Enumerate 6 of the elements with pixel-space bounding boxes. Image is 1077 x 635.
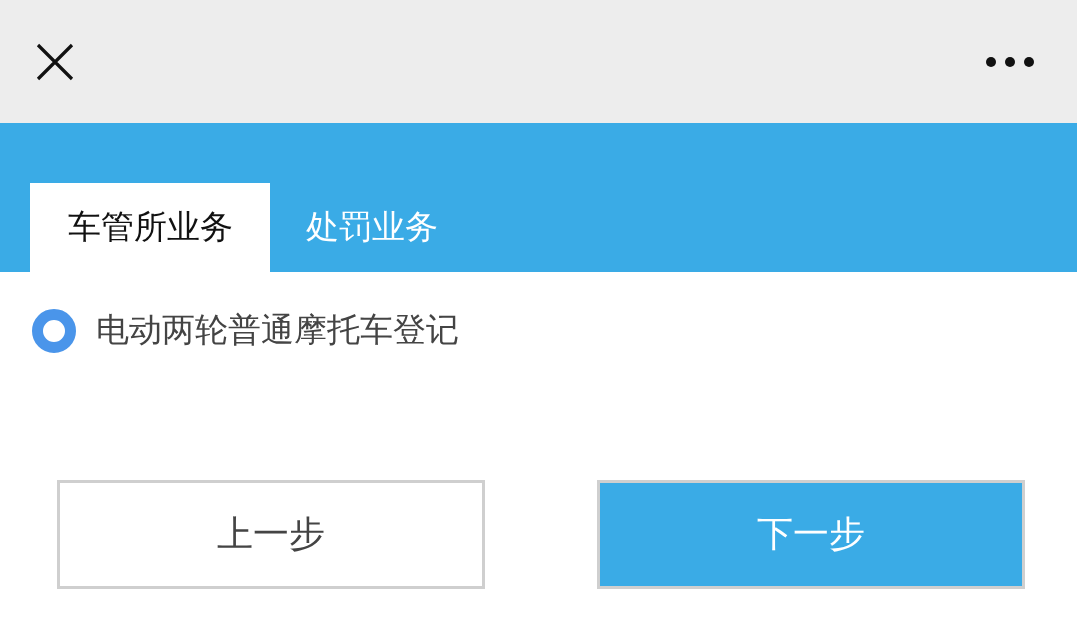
option-label: 电动两轮普通摩托车登记 (96, 309, 459, 351)
close-icon[interactable] (36, 42, 74, 81)
more-icon[interactable] (985, 55, 1035, 68)
back-button[interactable]: 上一步 (57, 480, 485, 589)
radio-button[interactable] (32, 308, 76, 353)
tab[interactable]: 车管所业务 (30, 183, 270, 272)
